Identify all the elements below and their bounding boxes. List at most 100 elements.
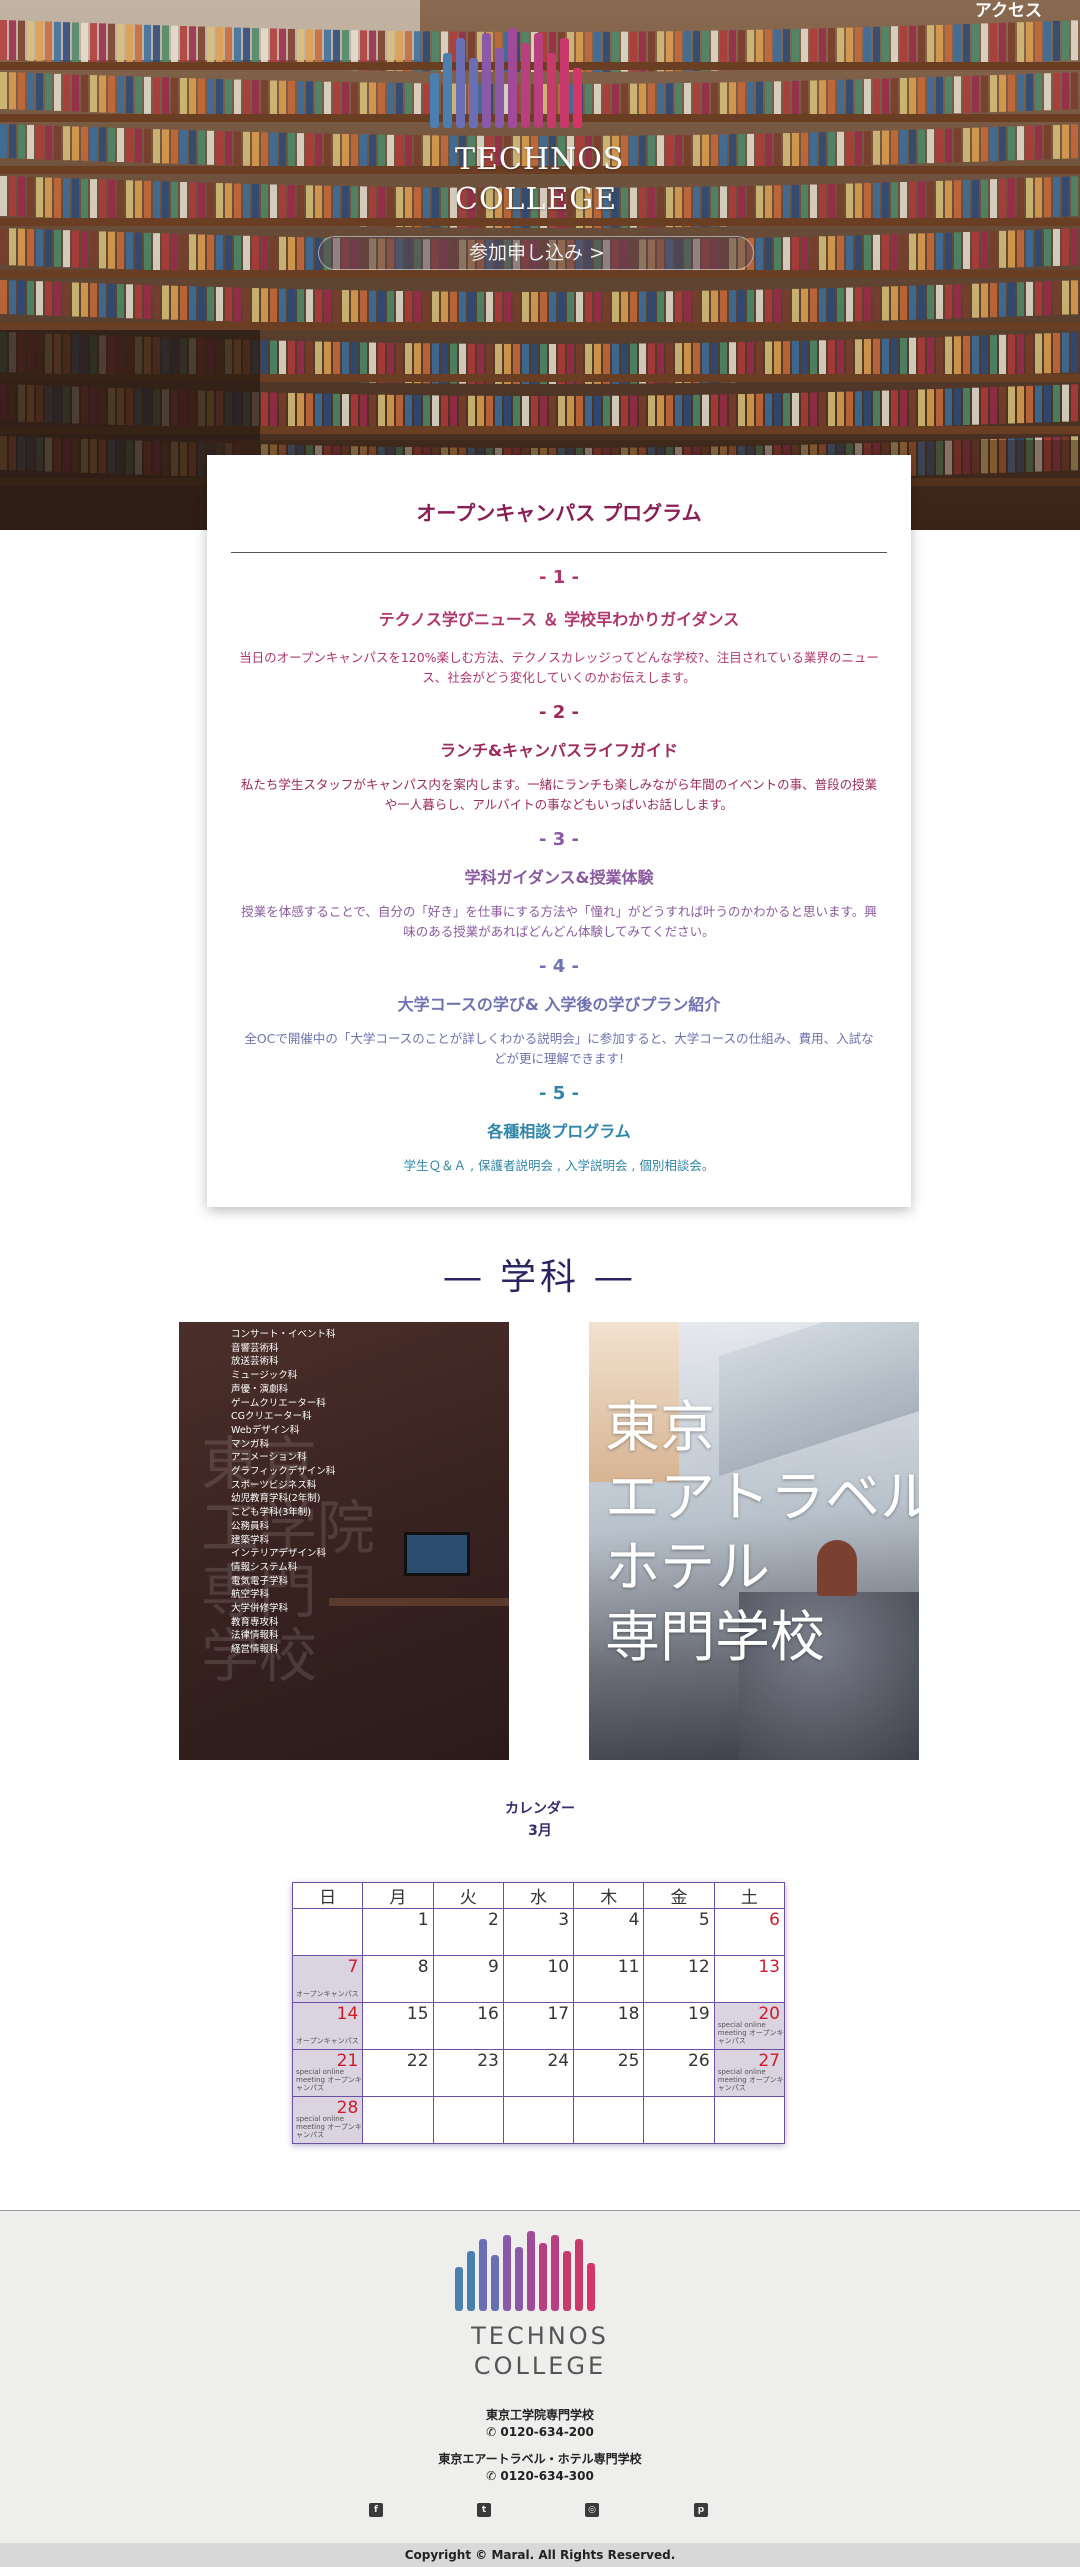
calendar-day-cell[interactable]: 17 bbox=[502, 2002, 575, 2050]
calendar-day-cell[interactable]: 12 bbox=[643, 1955, 715, 2003]
book-spine bbox=[909, 25, 916, 66]
calendar-day-cell[interactable]: 10 bbox=[502, 1955, 575, 2003]
department-item[interactable]: アニメーション科 bbox=[231, 1451, 336, 1465]
department-item[interactable]: スポーツビジネス科 bbox=[231, 1479, 336, 1493]
logo-bar bbox=[575, 2239, 583, 2311]
calendar-day-cell[interactable]: 7 オープンキャンパス bbox=[291, 1955, 364, 2003]
calendar-day-cell[interactable]: 5 bbox=[643, 1908, 715, 1956]
department-item[interactable]: ゲームクリエーター科 bbox=[231, 1397, 336, 1411]
book-spine bbox=[270, 392, 277, 430]
book-spine bbox=[234, 131, 241, 166]
department-item[interactable]: 経営情報科 bbox=[231, 1643, 336, 1657]
book-spine bbox=[963, 128, 970, 163]
book-spine bbox=[918, 389, 925, 427]
calendar-day-cell[interactable]: 6 bbox=[713, 1908, 786, 1956]
department-item[interactable]: 幼児教育学科(2年制) bbox=[231, 1492, 336, 1506]
book-spine bbox=[927, 181, 934, 222]
department-item[interactable]: こども学科(3年制) bbox=[231, 1506, 336, 1520]
calendar-day-cell[interactable]: 3 bbox=[502, 1908, 575, 1956]
book-spine bbox=[351, 394, 358, 432]
book-spine bbox=[63, 230, 70, 268]
department-item[interactable]: 大学併修学科 bbox=[231, 1602, 336, 1616]
department-item[interactable]: 航空学科 bbox=[231, 1588, 336, 1602]
department-item[interactable]: 情報システム科 bbox=[231, 1561, 336, 1575]
event-note: special online meeting オープンキャンパス bbox=[296, 2115, 362, 2139]
calendar-day-cell[interactable]: 27 special online meeting オープンキャンパス bbox=[713, 2049, 786, 2097]
tokyo-kogakuin-card[interactable]: 東京 工学院 専門 学校 コンサート・イベント科 音響芸術科 放送芸術科 ミュージック… bbox=[179, 1322, 509, 1760]
book-spine bbox=[261, 236, 268, 274]
book-spine bbox=[828, 392, 835, 430]
department-item[interactable]: 教育専攻科 bbox=[231, 1616, 336, 1630]
facebook-icon[interactable]: f bbox=[369, 2503, 383, 2517]
calendar-day-cell[interactable]: 16 bbox=[432, 2002, 504, 2050]
technos-logo[interactable] bbox=[430, 28, 650, 128]
pinterest-icon[interactable]: p bbox=[694, 2503, 708, 2517]
calendar-day-cell[interactable]: 2 bbox=[432, 1908, 504, 1956]
calendar-day-cell[interactable]: 24 bbox=[502, 2049, 575, 2097]
calendar-day-cell[interactable]: 13 bbox=[713, 1955, 786, 2003]
book-spine bbox=[999, 386, 1006, 424]
book-spine bbox=[963, 24, 970, 65]
department-item[interactable]: 建築学科 bbox=[231, 1534, 336, 1548]
book-spine bbox=[1008, 386, 1015, 424]
book-spine bbox=[279, 288, 286, 323]
logo-bars-icon bbox=[430, 28, 650, 128]
calendar-day-cell[interactable]: 21 special online meeting オープンキャンパス bbox=[291, 2049, 364, 2097]
calendar-day-cell[interactable]: 15 bbox=[362, 2002, 434, 2050]
calendar-day-cell[interactable]: 23 bbox=[432, 2049, 504, 2097]
footer-logo[interactable] bbox=[455, 2231, 625, 2311]
book-spine bbox=[423, 291, 430, 326]
department-item[interactable]: 法律情報科 bbox=[231, 1629, 336, 1643]
book-spine bbox=[891, 26, 898, 67]
join-button[interactable]: 参加申し込み > bbox=[318, 236, 754, 270]
department-item[interactable]: Webデザイン科 bbox=[231, 1424, 336, 1438]
book-spine bbox=[1071, 332, 1078, 373]
air-travel-hotel-card[interactable]: 東京 エアトラベル ホテル 専門学校 bbox=[589, 1322, 919, 1760]
book-spine bbox=[837, 391, 844, 429]
book-spine bbox=[279, 392, 286, 430]
access-link[interactable]: アクセス bbox=[975, 0, 1042, 21]
calendar-day-cell[interactable]: 26 bbox=[643, 2049, 715, 2097]
department-item[interactable]: インテリアデザイン科 bbox=[231, 1547, 336, 1561]
book-spine bbox=[873, 182, 880, 223]
calendar-day-cell[interactable]: 8 bbox=[362, 1955, 434, 2003]
department-item[interactable]: コンサート・イベント科 bbox=[231, 1328, 336, 1342]
calendar-day-cell[interactable]: 28 special online meeting オープンキャンパス bbox=[291, 2096, 364, 2144]
twitter-icon[interactable]: t bbox=[477, 2503, 491, 2517]
instagram-icon[interactable]: ◎ bbox=[585, 2503, 599, 2517]
calendar-day-cell[interactable]: 4 bbox=[573, 1908, 645, 1956]
logo-bar bbox=[534, 33, 543, 128]
department-item[interactable]: ミュージック科 bbox=[231, 1369, 336, 1383]
calendar-day-cell[interactable]: 18 bbox=[573, 2002, 645, 2050]
department-item[interactable]: 声優・演劇科 bbox=[231, 1383, 336, 1397]
book-spine bbox=[1008, 22, 1015, 63]
book-spine bbox=[639, 135, 646, 170]
calendar-day-cell[interactable]: 22 bbox=[362, 2049, 434, 2097]
calendar-day-cell[interactable]: 20 special online meeting オープンキャンパス bbox=[713, 2002, 786, 2050]
book-spine bbox=[261, 392, 268, 430]
book-spine bbox=[630, 291, 637, 326]
calendar-day-cell[interactable]: 1 bbox=[362, 1908, 434, 1956]
department-item[interactable]: CGクリエーター科 bbox=[231, 1410, 336, 1424]
book-spine bbox=[234, 235, 241, 273]
school1-phone[interactable]: ✆ 0120-634-200 bbox=[0, 2424, 1080, 2441]
department-item[interactable]: マンガ科 bbox=[231, 1438, 336, 1452]
calendar-day-cell[interactable]: 14 オープンキャンパス bbox=[291, 2002, 364, 2050]
calendar-day-cell[interactable]: 9 bbox=[432, 1955, 504, 2003]
book-spine bbox=[180, 26, 187, 66]
book-spine bbox=[513, 291, 520, 326]
department-item[interactable]: グラフィックデザイン科 bbox=[231, 1465, 336, 1479]
calendar-day-cell[interactable]: 19 bbox=[643, 2002, 715, 2050]
department-item[interactable]: 放送芸術科 bbox=[231, 1355, 336, 1369]
book-spine bbox=[873, 234, 880, 272]
department-item[interactable]: 公務員科 bbox=[231, 1520, 336, 1534]
department-item[interactable]: 電気電子学科 bbox=[231, 1575, 336, 1589]
book-spine bbox=[360, 82, 367, 120]
school2-phone[interactable]: ✆ 0120-634-300 bbox=[0, 2468, 1080, 2485]
day-number: 2 bbox=[488, 1910, 499, 1930]
school1-phone-number: 0120-634-200 bbox=[500, 2425, 594, 2439]
calendar-day-cell[interactable]: 11 bbox=[573, 1955, 645, 2003]
calendar-day-cell[interactable]: 25 bbox=[573, 2049, 645, 2097]
department-item[interactable]: 音響芸術科 bbox=[231, 1342, 336, 1356]
divider bbox=[231, 552, 887, 553]
